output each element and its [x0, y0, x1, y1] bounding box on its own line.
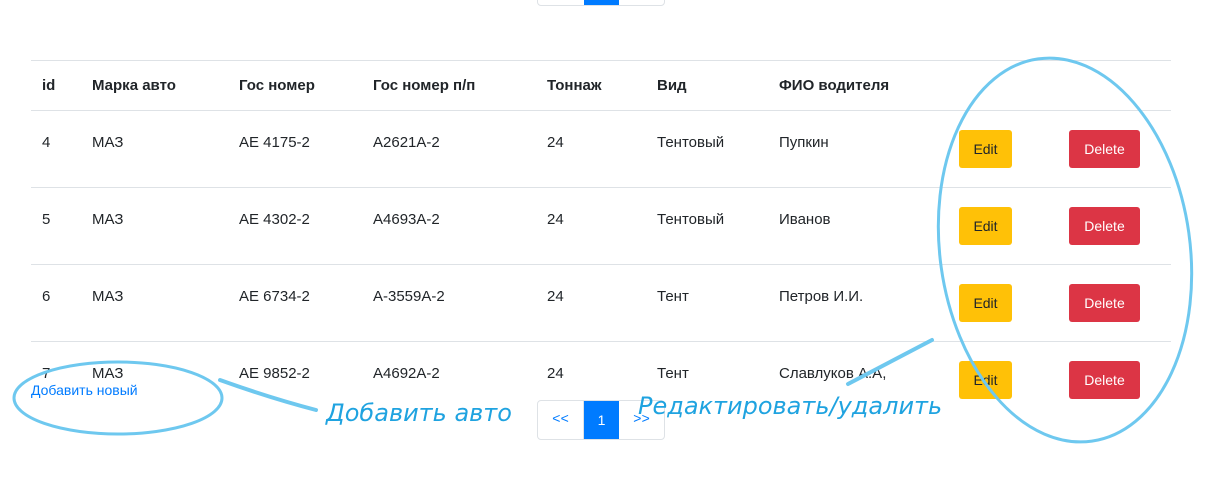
annotation-add-text: Добавить авто — [326, 399, 512, 427]
annotation-pointer-add — [218, 378, 318, 412]
annotation-ellipse-add — [12, 360, 224, 436]
annotation-overlay — [12, 56, 1194, 444]
annotation-ellipse-edit — [936, 56, 1194, 444]
annotation-edit-text: Редактировать/удалить — [638, 392, 943, 420]
annotation-pointer-edit — [846, 338, 934, 386]
